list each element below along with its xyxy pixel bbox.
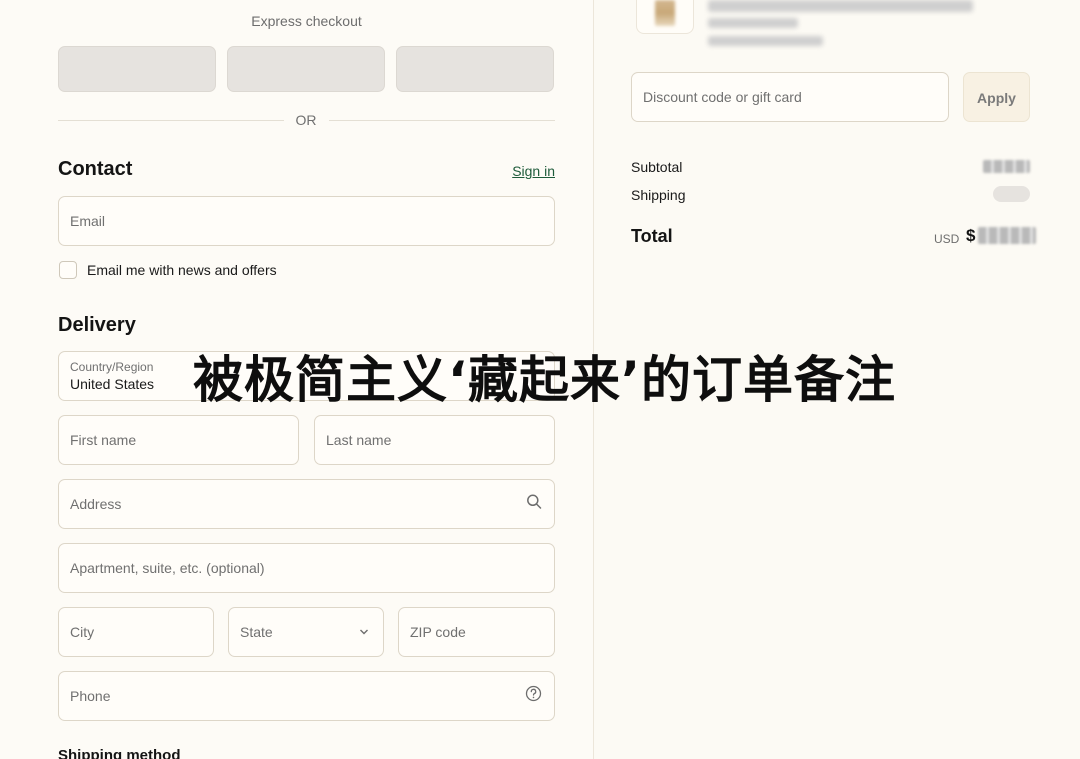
- email-field[interactable]: Email: [58, 196, 555, 246]
- contact-heading: Contact: [58, 158, 133, 180]
- help-circle-icon[interactable]: [525, 685, 542, 707]
- search-icon[interactable]: [526, 494, 542, 515]
- divider-left: [58, 120, 284, 121]
- sign-in-link[interactable]: Sign in: [500, 163, 555, 179]
- state-select[interactable]: State: [228, 607, 384, 657]
- first-name-placeholder: First name: [70, 432, 137, 448]
- currency-label: USD: [934, 232, 960, 246]
- product-detail-redacted: [708, 36, 823, 46]
- state-placeholder: State: [240, 624, 273, 640]
- last-name-placeholder: Last name: [326, 432, 392, 448]
- news-offers-checkbox[interactable]: [59, 261, 77, 279]
- address-placeholder: Address: [70, 496, 122, 512]
- product-title-redacted: [708, 0, 973, 12]
- product-variant-redacted: [708, 18, 798, 28]
- discount-code-field[interactable]: Discount code or gift card: [631, 72, 949, 122]
- zip-code-placeholder: ZIP code: [410, 624, 466, 640]
- or-divider-label: OR: [295, 112, 317, 128]
- chevron-down-icon: [359, 623, 369, 641]
- news-offers-label: Email me with news and offers: [87, 262, 277, 278]
- shipping-label: Shipping: [631, 187, 686, 203]
- express-checkout-title: Express checkout: [251, 13, 362, 29]
- total-value-redacted: [978, 227, 1036, 244]
- last-name-field[interactable]: Last name: [314, 415, 555, 465]
- total-label: Total: [631, 226, 673, 246]
- city-placeholder: City: [70, 624, 95, 640]
- apply-button[interactable]: Apply: [963, 72, 1030, 122]
- total-currency-symbol: $: [966, 226, 976, 245]
- apartment-field[interactable]: Apartment, suite, etc. (optional): [58, 543, 555, 593]
- phone-field[interactable]: Phone: [58, 671, 555, 721]
- phone-placeholder: Phone: [70, 688, 111, 704]
- product-image: [655, 0, 675, 26]
- address-field[interactable]: Address: [58, 479, 555, 529]
- product-thumbnail: [636, 0, 694, 34]
- subtotal-label: Subtotal: [631, 159, 683, 175]
- country-label: Country/Region: [70, 360, 154, 374]
- divider-right: [329, 120, 555, 121]
- subtotal-value-redacted: [983, 160, 1030, 173]
- express-pay-button-1[interactable]: [58, 46, 216, 92]
- zip-code-field[interactable]: ZIP code: [398, 607, 555, 657]
- shipping-method-heading: Shipping method: [58, 747, 181, 759]
- city-field[interactable]: City: [58, 607, 214, 657]
- express-pay-button-3[interactable]: [396, 46, 554, 92]
- email-placeholder: Email: [70, 213, 106, 229]
- express-pay-button-2[interactable]: [227, 46, 385, 92]
- discount-placeholder: Discount code or gift card: [643, 89, 802, 105]
- country-value: United States: [70, 376, 155, 392]
- shipping-value-redacted: [993, 186, 1030, 202]
- first-name-field[interactable]: First name: [58, 415, 299, 465]
- apartment-placeholder: Apartment, suite, etc. (optional): [70, 560, 265, 576]
- overlay-caption: 被极简主义‘藏起来’的订单备注: [193, 351, 896, 409]
- delivery-heading: Delivery: [58, 314, 136, 336]
